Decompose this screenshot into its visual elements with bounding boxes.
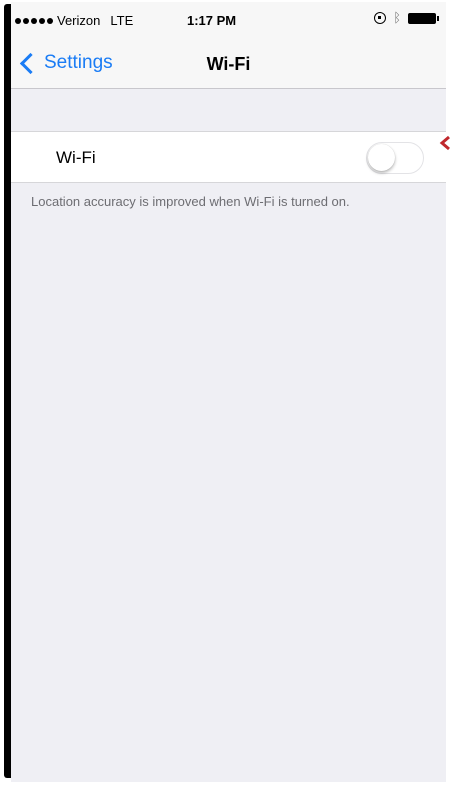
- status-icons: ᛒ: [374, 10, 439, 25]
- carrier-info: Verizon LTE: [15, 13, 133, 28]
- status-time: 1:17 PM: [187, 13, 237, 28]
- signal-dots-icon: [15, 17, 53, 24]
- navigation-bar: Settings Wi-Fi: [11, 42, 446, 88]
- page-title: Wi-Fi: [206, 54, 251, 74]
- carrier-name: Verizon: [57, 13, 101, 28]
- location-footnote: Location accuracy is improved when Wi-Fi…: [31, 194, 350, 209]
- wifi-toggle[interactable]: [366, 142, 424, 174]
- bluetooth-icon: ᛒ: [393, 10, 401, 25]
- screen: Verizon LTE 1:17 PM ᛒ Settings Wi-Fi Wi-…: [11, 2, 446, 782]
- battery-icon: [408, 12, 439, 24]
- network-type: LTE: [110, 13, 134, 28]
- wifi-label: Wi-Fi: [56, 148, 96, 167]
- wifi-row: Wi-Fi: [11, 131, 446, 183]
- top-bar: Verizon LTE 1:17 PM ᛒ Settings Wi-Fi: [11, 2, 446, 89]
- status-bar: Verizon LTE 1:17 PM ᛒ: [11, 2, 446, 42]
- toggle-knob: [368, 144, 395, 171]
- orientation-lock-icon: [374, 12, 387, 24]
- callout-arrow-icon: [439, 135, 450, 151]
